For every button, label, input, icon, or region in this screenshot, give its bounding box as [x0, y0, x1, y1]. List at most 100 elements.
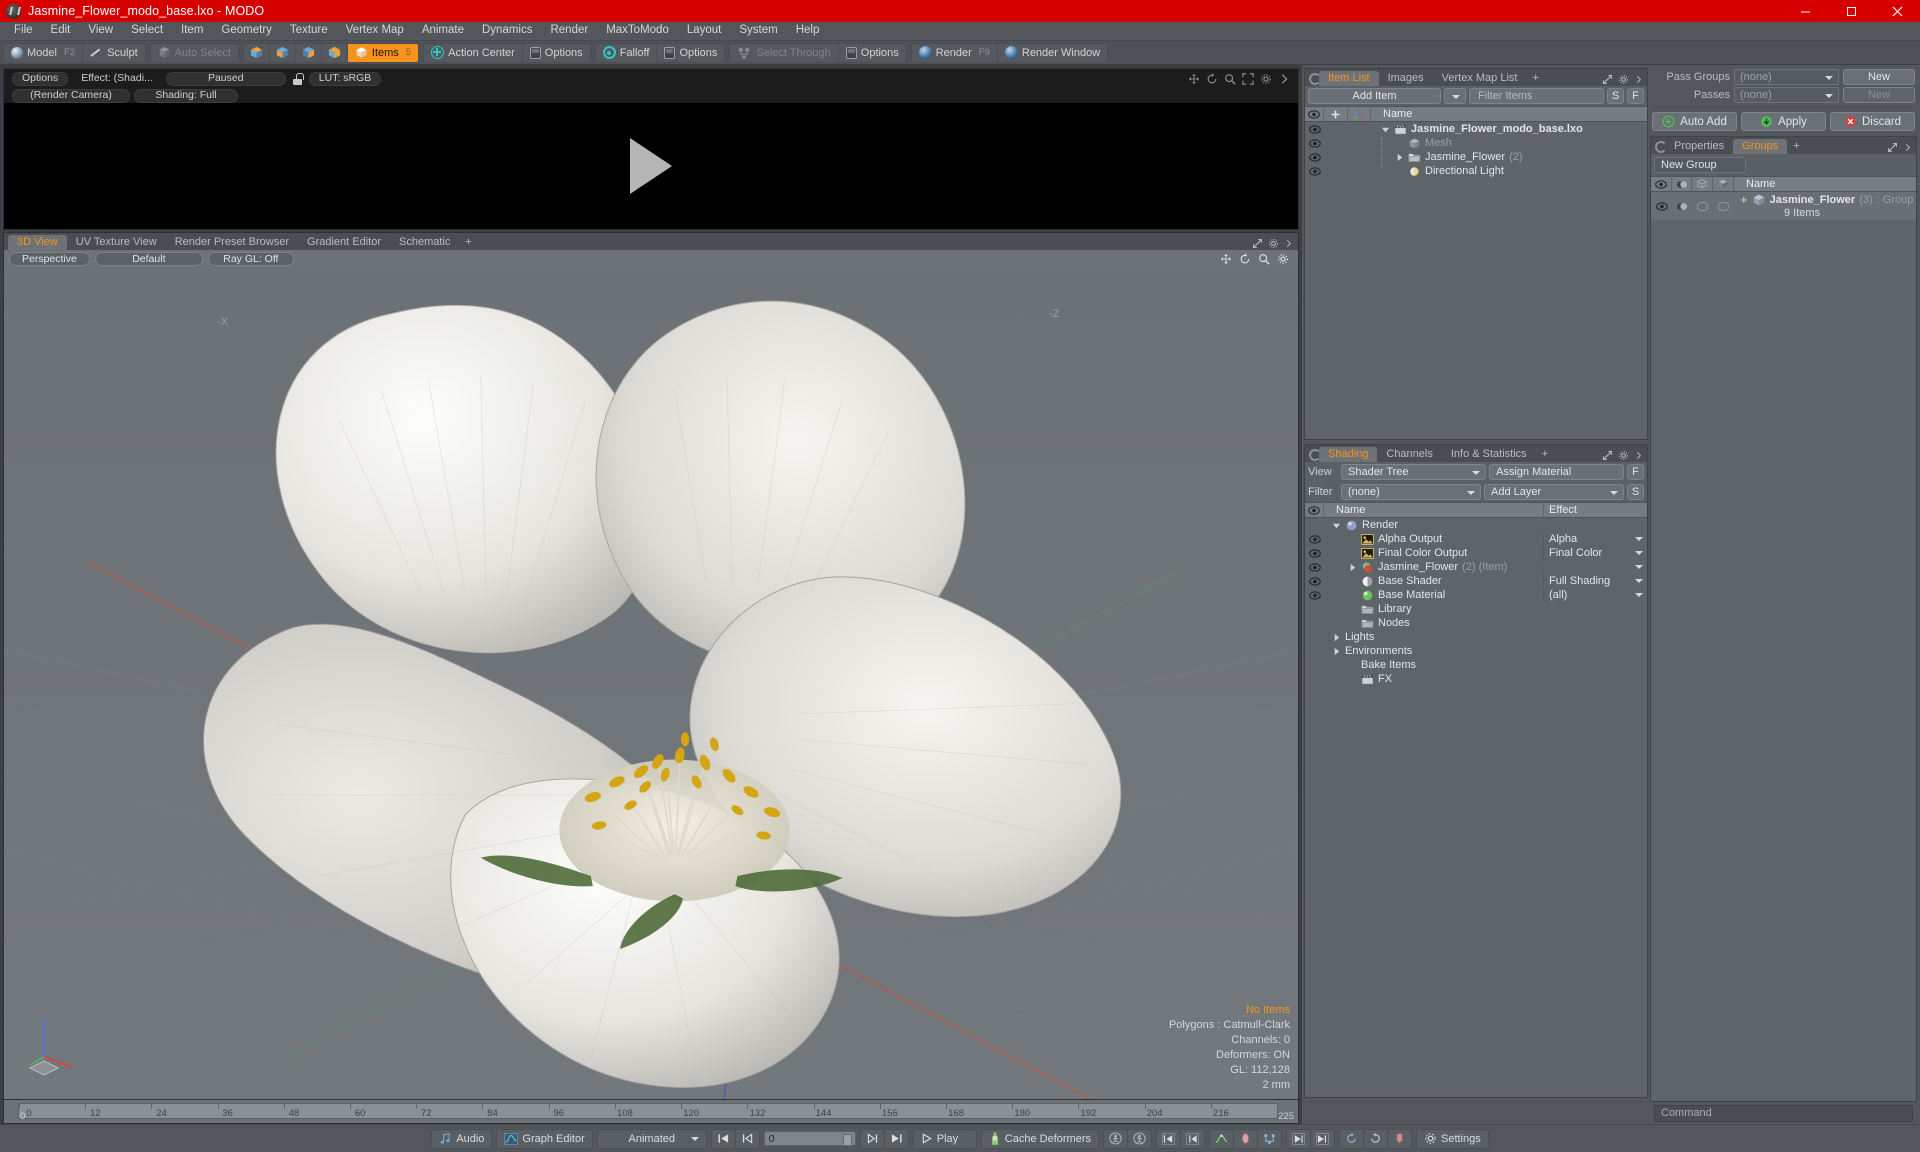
item-list-row[interactable]: Jasmine_Flower_modo_base.lxo [1305, 122, 1647, 136]
shading-row[interactable]: Base Material (all) [1305, 588, 1647, 602]
row-name-cell[interactable]: Nodes [1324, 617, 1543, 629]
item-list-s-button[interactable]: S [1607, 88, 1624, 104]
row-visibility-toggle[interactable] [1305, 590, 1324, 600]
eye-icon[interactable] [1308, 562, 1321, 572]
row-effect-cell[interactable] [1543, 565, 1647, 569]
frame-scrubber[interactable]: 0 [763, 1131, 856, 1146]
materials-mode-button[interactable] [321, 43, 348, 62]
filter-items-input[interactable]: Filter Items [1469, 88, 1604, 104]
next-frame-button[interactable] [861, 1129, 885, 1148]
shader-tree-dropdown[interactable]: Shader Tree [1341, 464, 1486, 480]
row-select-toggle[interactable] [1692, 201, 1713, 211]
settings-button[interactable]: Settings [1417, 1130, 1488, 1148]
shading-row[interactable]: Base Shader Full Shading [1305, 574, 1647, 588]
menu-texture[interactable]: Texture [281, 22, 337, 40]
row-name-cell[interactable]: Render [1324, 519, 1543, 532]
passes-dropdown[interactable]: (none) [1734, 87, 1839, 103]
auto-select-button[interactable]: Auto Select [150, 43, 238, 62]
menu-view[interactable]: View [79, 22, 122, 40]
new-group-button[interactable]: New Group [1654, 157, 1746, 173]
shading-row[interactable]: Environments [1305, 644, 1647, 658]
row-name-cell[interactable]: Lights [1324, 631, 1543, 643]
play-button[interactable]: Play [914, 1130, 976, 1148]
menu-edit[interactable]: Edit [42, 22, 80, 40]
edges-mode-button[interactable] [269, 43, 296, 62]
eye-icon[interactable] [1308, 548, 1321, 558]
loop-button[interactable] [1340, 1129, 1364, 1148]
groups-list-body[interactable]: + Jasmine_Flower (3): Group 9 Items [1651, 192, 1916, 1101]
chevron-right-icon[interactable] [1395, 153, 1404, 162]
row-name-cell[interactable]: Library [1324, 603, 1543, 615]
row-effect-cell[interactable]: (all) [1543, 589, 1647, 601]
menu-render[interactable]: Render [541, 22, 597, 40]
row-name-cell[interactable]: Alpha Output [1324, 533, 1543, 545]
viewport-raygl-button[interactable]: Ray GL: Off [207, 252, 294, 266]
tab-info-statistics[interactable]: Info & Statistics [1441, 447, 1536, 462]
shading-row[interactable]: Alpha Output Alpha [1305, 532, 1647, 546]
preview-lut-button[interactable]: LUT: sRGB [308, 71, 382, 86]
shading-row[interactable]: Bake Items [1305, 658, 1647, 672]
expand-icon[interactable] [1252, 238, 1263, 249]
row-name-cell[interactable]: Jasmine_Flower (2) (Item) [1324, 561, 1543, 574]
menu-system[interactable]: System [730, 22, 786, 40]
key-pose-button[interactable] [1258, 1130, 1281, 1148]
row-name-cell[interactable]: Jasmine_Flower_modo_base.lxo [1371, 123, 1647, 135]
falloff-options-button[interactable]: Options [657, 43, 725, 62]
pass-groups-dropdown[interactable]: (none) [1734, 69, 1839, 85]
tab-gradient-editor[interactable]: Gradient Editor [298, 235, 390, 250]
fit-icon[interactable] [1242, 72, 1254, 85]
gear-icon[interactable] [1268, 238, 1279, 249]
row-wire-toggle[interactable] [1713, 201, 1734, 211]
range-end-button[interactable] [1311, 1130, 1334, 1148]
next-key-button[interactable] [1181, 1130, 1204, 1148]
cache-deformers-button[interactable]: Cache Deformers [982, 1130, 1098, 1148]
tab-render-preset-browser[interactable]: Render Preset Browser [165, 235, 299, 250]
move-icon[interactable] [1188, 73, 1200, 85]
eye-icon[interactable] [1308, 166, 1321, 176]
bake-button[interactable] [1388, 1130, 1411, 1148]
action-center-options-button[interactable]: Options [522, 43, 590, 62]
select-through-button[interactable]: Select Through [730, 43, 839, 62]
key-ellipse-button[interactable] [1234, 1129, 1258, 1148]
zoom-icon[interactable] [1258, 253, 1270, 265]
row-name-cell[interactable]: Mesh [1371, 137, 1647, 150]
auto-add-button[interactable]: Auto Add [1652, 112, 1737, 131]
eye-icon[interactable] [1308, 534, 1321, 544]
items-mode-button[interactable]: Items 5 [347, 43, 419, 62]
add-layer-dropdown[interactable]: Add Layer [1484, 484, 1624, 500]
row-name-cell[interactable]: + Jasmine_Flower (3): Group 9 Items [1734, 193, 1916, 219]
apply-button[interactable]: Apply [1741, 112, 1826, 131]
tab-schematic[interactable]: Schematic [390, 235, 460, 250]
discard-button[interactable]: Discard [1830, 112, 1915, 131]
shading-list-body[interactable]: Render Alpha Output Alpha Final Color Outpu… [1305, 518, 1647, 1097]
shading-row[interactable]: Lights [1305, 630, 1647, 644]
pass-groups-new-button[interactable]: New [1843, 69, 1915, 85]
shading-row[interactable]: Library [1305, 602, 1647, 616]
menu-help[interactable]: Help [787, 22, 829, 40]
expand-icon[interactable] [1887, 142, 1898, 153]
expand-icon[interactable] [1602, 450, 1613, 461]
row-visibility-toggle[interactable] [1305, 562, 1324, 572]
menu-dynamics[interactable]: Dynamics [473, 22, 541, 40]
deformer-tool-1-button[interactable] [1104, 1129, 1128, 1148]
preview-status-button[interactable]: Paused [165, 71, 286, 86]
tab-add-groups-panel[interactable]: + [1787, 139, 1806, 154]
item-list-row[interactable]: Mesh [1305, 136, 1647, 150]
timeline-bar[interactable]: 0 12 24 36 48 60 72 84 96 108 120 132 144 156 168 180 19… [3, 1100, 1299, 1124]
add-item-button[interactable]: Add Item [1308, 88, 1441, 104]
shading-mode-button[interactable]: Shading: Full [134, 88, 238, 103]
render-button[interactable]: Render F9 [911, 43, 998, 62]
tab-vertex-map-list[interactable]: Vertex Map List [1432, 71, 1527, 86]
chevron-down-icon[interactable] [1635, 565, 1643, 569]
tab-add-viewport[interactable]: + [459, 235, 478, 250]
row-name-cell[interactable]: Base Material [1324, 589, 1543, 602]
row-name-cell[interactable]: Environments [1324, 645, 1543, 657]
tab-uv-texture-view[interactable]: UV Texture View [66, 235, 166, 250]
row-render-toggle[interactable] [1672, 201, 1692, 212]
row-name-cell[interactable]: Bake Items [1324, 659, 1543, 671]
row-visibility-toggle[interactable] [1305, 576, 1324, 586]
chevron-down-icon[interactable] [1635, 551, 1643, 555]
shading-s-button[interactable]: S [1627, 484, 1644, 500]
gear-icon[interactable] [1618, 74, 1629, 85]
loop-reverse-button[interactable] [1364, 1129, 1388, 1148]
